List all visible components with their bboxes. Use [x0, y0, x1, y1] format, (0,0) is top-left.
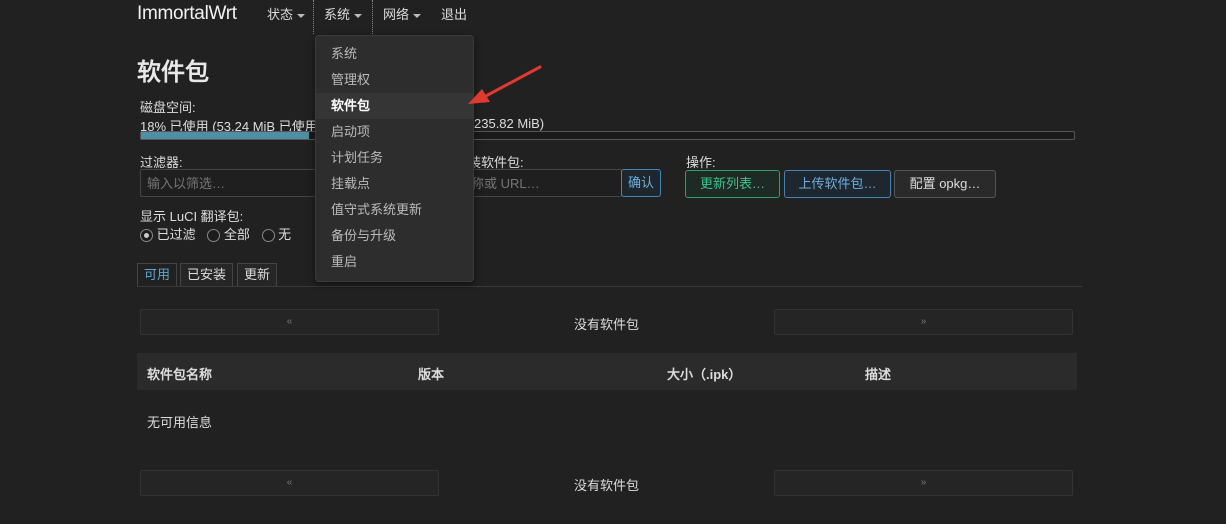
col-header-version: 版本	[418, 367, 445, 382]
radio-unchecked-icon[interactable]	[261, 229, 275, 243]
col-header-size: 大小（.ipk）	[667, 367, 742, 382]
pager-status-bottom: 没有软件包	[574, 478, 640, 493]
translations-radio-group: 已过滤 全部 无	[140, 224, 291, 243]
actions-label: 操作:	[686, 155, 716, 170]
disk-usage-total: 235.82 MiB)	[474, 116, 545, 131]
dropdown-item-system[interactable]: 系统	[316, 41, 473, 67]
nav-system[interactable]: 系统	[313, 0, 374, 34]
col-header-description: 描述	[865, 367, 892, 382]
dropdown-item-admin[interactable]: 管理权	[316, 67, 473, 93]
tab-divider	[137, 286, 1082, 287]
pager-prev-button-top[interactable]: «	[140, 309, 439, 335]
pager-prev-button-bottom[interactable]: «	[140, 470, 439, 496]
pager-next-button-top[interactable]: »	[774, 309, 1073, 335]
radio-checked-icon[interactable]	[140, 229, 153, 243]
dropdown-item-software[interactable]: 软件包	[316, 93, 473, 119]
caret-down-icon	[297, 13, 306, 18]
annotation-arrow-icon	[468, 65, 542, 104]
system-dropdown-menu: 系统 管理权 软件包 启动项 计划任务 挂载点 值守式系统更新 备份与升级 重启	[315, 35, 474, 282]
dropdown-item-reboot[interactable]: 重启	[316, 249, 473, 275]
configure-opkg-button[interactable]: 配置 opkg…	[894, 170, 996, 198]
filter-input[interactable]	[140, 169, 316, 197]
radio-all[interactable]: 全部	[207, 227, 250, 243]
page-title: 软件包	[137, 59, 209, 86]
disk-usage-bar	[140, 131, 1075, 140]
disk-usage-fill	[141, 132, 309, 139]
table-header	[137, 353, 1077, 390]
tab-updates[interactable]: 更新	[237, 263, 278, 286]
radio-none[interactable]: 无	[261, 227, 292, 243]
nav-status-label: 状态	[267, 7, 294, 22]
col-header-name: 软件包名称	[147, 367, 213, 382]
install-package-input[interactable]	[464, 169, 622, 197]
nav-network-label: 网络	[383, 7, 410, 22]
caret-down-icon	[354, 13, 363, 18]
radio-none-label: 无	[278, 227, 292, 242]
radio-filtered[interactable]: 已过滤	[140, 227, 196, 243]
disk-space-label: 磁盘空间:	[140, 100, 196, 115]
nav-system-label: 系统	[324, 7, 351, 22]
update-lists-button[interactable]: 更新列表…	[685, 170, 780, 198]
dropdown-item-mounts[interactable]: 挂载点	[316, 171, 473, 197]
install-confirm-button[interactable]: 确认	[621, 169, 661, 197]
table-empty-message: 无可用信息	[147, 415, 213, 430]
translations-label: 显示 LuCI 翻译包:	[140, 209, 244, 224]
dropdown-item-crontab[interactable]: 计划任务	[316, 145, 473, 171]
nav-logout[interactable]: 退出	[431, 0, 477, 32]
radio-all-label: 全部	[223, 227, 250, 242]
caret-down-icon	[413, 13, 422, 18]
pager-next-button-bottom[interactable]: »	[774, 470, 1073, 496]
tab-available[interactable]: 可用	[137, 263, 178, 286]
nav-logout-label: 退出	[441, 7, 468, 22]
radio-filtered-label: 已过滤	[156, 227, 196, 242]
nav-network[interactable]: 网络	[373, 0, 431, 32]
nav-status[interactable]: 状态	[257, 0, 315, 32]
brand-logo[interactable]: ImmortalWrt	[137, 3, 237, 25]
radio-unchecked-icon[interactable]	[207, 229, 221, 243]
upload-package-button[interactable]: 上传软件包…	[784, 170, 891, 198]
dropdown-item-attended-sysupgrade[interactable]: 值守式系统更新	[316, 197, 473, 223]
dropdown-item-backup-upgrade[interactable]: 备份与升级	[316, 223, 473, 249]
tab-installed[interactable]: 已安装	[180, 263, 234, 286]
pager-status-top: 没有软件包	[574, 317, 640, 332]
dropdown-item-startup[interactable]: 启动项	[316, 119, 473, 145]
